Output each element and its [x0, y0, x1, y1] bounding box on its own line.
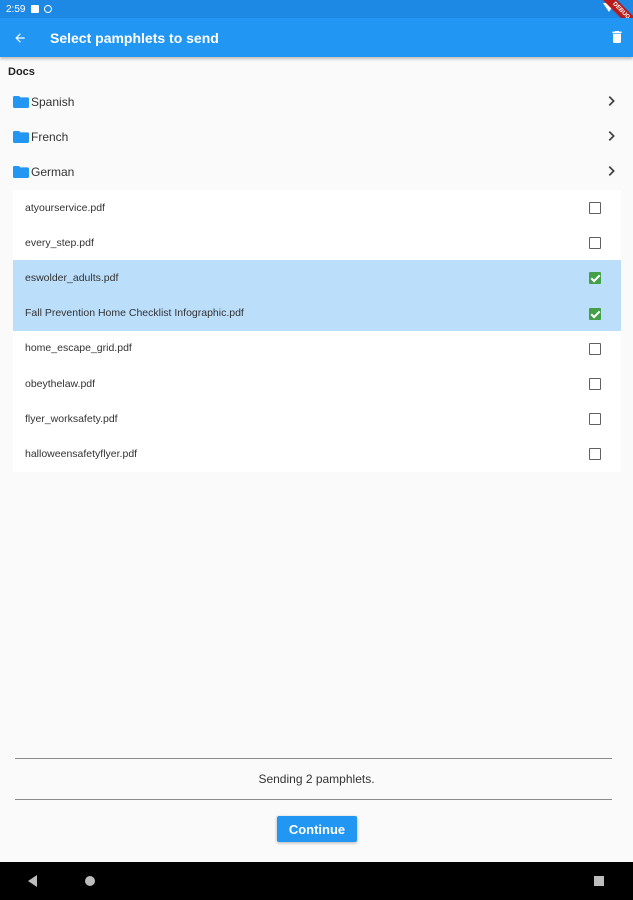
file-name: every_step.pdf — [25, 236, 94, 249]
file-row[interactable]: Fall Prevention Home Checklist Infograph… — [13, 295, 621, 331]
delete-button[interactable] — [609, 28, 625, 48]
file-checkbox[interactable] — [589, 272, 601, 285]
file-checkbox[interactable] — [589, 307, 601, 320]
sync-icon — [44, 5, 53, 13]
file-name: flyer_worksafety.pdf — [25, 412, 118, 425]
file-checkbox[interactable] — [589, 237, 601, 250]
continue-button[interactable]: Continue — [277, 816, 357, 842]
nav-back-icon[interactable] — [28, 875, 37, 887]
status-bar: 2:59 DEBUG — [0, 0, 633, 36]
chevron-right-icon — [608, 131, 615, 141]
file-name: home_escape_grid.pdf — [25, 342, 132, 355]
navigation-bar — [0, 862, 633, 900]
file-name: eswolder_adults.pdf — [25, 271, 119, 284]
file-row[interactable]: eswolder_adults.pdf — [13, 260, 621, 296]
file-row[interactable]: every_step.pdf — [13, 225, 621, 260]
chevron-right-icon — [608, 96, 615, 106]
chevron-right-icon — [608, 166, 615, 176]
file-checkbox[interactable] — [589, 202, 601, 214]
file-row[interactable]: atyourservice.pdf — [13, 190, 621, 225]
file-checkbox[interactable] — [589, 413, 601, 426]
sending-status: Sending 2 pamphlets. — [258, 772, 375, 786]
file-name: halloweensafetyflyer.pdf — [25, 447, 138, 460]
folder-label: French — [31, 129, 69, 144]
folder-item-german[interactable]: German — [13, 154, 621, 189]
app-bar: Select pamphlets to send — [0, 18, 633, 57]
folder-item-french[interactable]: French — [13, 119, 621, 154]
file-list: atyourservice.pdf every_step.pdf eswolde… — [13, 190, 621, 472]
screen: 2:59 DEBUG Select pamphlets to send Docs — [0, 0, 633, 900]
file-row[interactable]: obeythelaw.pdf — [13, 366, 621, 401]
file-name: obeythelaw.pdf — [25, 377, 96, 390]
section-title: Docs — [8, 66, 35, 78]
folder-label: German — [31, 164, 75, 179]
divider-bottom — [15, 799, 612, 800]
page-title: Select pamphlets to send — [50, 29, 219, 46]
file-checkbox[interactable] — [589, 448, 601, 461]
trash-icon — [612, 31, 622, 43]
back-button[interactable] — [0, 18, 40, 57]
folder-icon — [13, 95, 29, 108]
file-checkbox[interactable] — [589, 377, 601, 390]
status-time: 2:59 — [6, 3, 26, 15]
arrow-left-icon — [15, 32, 25, 43]
file-name: Fall Prevention Home Checklist Infograph… — [25, 307, 244, 320]
file-checkbox[interactable] — [589, 342, 601, 355]
file-row[interactable]: halloweensafetyflyer.pdf — [13, 436, 621, 471]
folder-item-spanish[interactable]: Spanish — [13, 84, 621, 119]
file-name: atyourservice.pdf — [25, 201, 105, 214]
folder-label: Spanish — [31, 94, 75, 109]
folder-icon — [13, 165, 29, 178]
file-row[interactable]: flyer_worksafety.pdf — [13, 401, 621, 436]
sd-card-icon — [31, 5, 40, 13]
folder-icon — [13, 130, 29, 143]
nav-recents-icon[interactable] — [594, 876, 604, 886]
nav-home-icon[interactable] — [85, 876, 95, 886]
divider-top — [15, 758, 612, 759]
file-row[interactable]: home_escape_grid.pdf — [13, 331, 621, 366]
